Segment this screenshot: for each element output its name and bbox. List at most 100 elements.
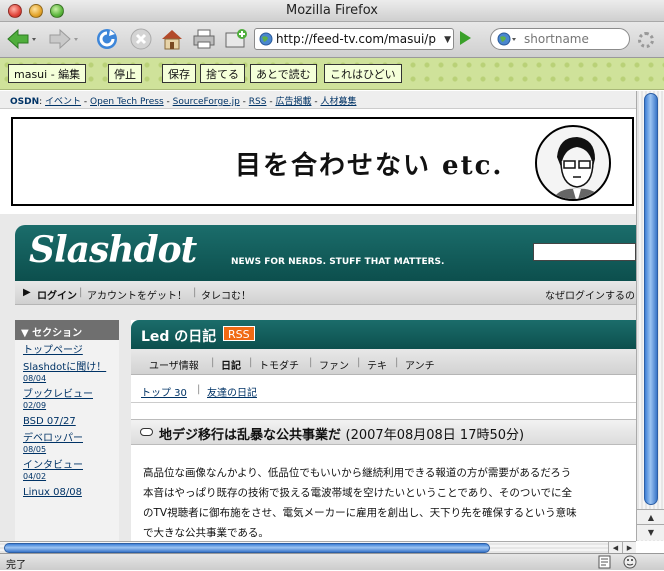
bookmark-save[interactable]: 保存 [162, 64, 196, 83]
article-paragraph-line: 高品位な画像なんかより、低品位でもいいから継続利用できる報道の方が需要があるだろ… [143, 467, 572, 479]
osdn-link-ads[interactable]: 広告掲載 [275, 97, 311, 107]
slashdot-tagline: NEWS FOR NERDS. STUFF THAT MATTERS. [231, 257, 445, 267]
login-arrow-icon: ▶ [23, 287, 31, 298]
osdn-link-event[interactable]: イベント [45, 97, 81, 107]
separator: | [395, 357, 399, 368]
banner-title: 目を合わせない etc. [235, 151, 504, 181]
printer-icon [193, 29, 215, 49]
friends-journal-link[interactable]: 友達の日記 [207, 384, 257, 399]
journal-entry-icon [140, 428, 153, 436]
osdn-link-rss[interactable]: RSS [249, 97, 267, 107]
horizontal-scroll-thumb[interactable] [4, 543, 490, 553]
search-engine-icon[interactable] [497, 32, 517, 46]
search-bar[interactable] [490, 28, 630, 50]
sidebar-item-date[interactable]: 04/02 [23, 472, 119, 482]
sidebar-item-date[interactable]: 08/04 [23, 374, 119, 384]
article-body: 高品位な画像なんかより、低品位でもいいから継続利用できる報道の方が需要があるだろ… [143, 463, 636, 541]
bookmark-masui-edit[interactable]: masui - 編集 [8, 64, 87, 83]
top-30-link[interactable]: トップ 30 [141, 384, 187, 399]
separator: | [309, 357, 313, 368]
sidebar-item-ask-slashdot[interactable]: Slashdotに聞け！ [23, 362, 119, 374]
login-bar: ▶ ログイン | アカウントをゲット！ | タレコむ！ なぜログインするの [15, 281, 636, 305]
globe-icon [259, 32, 273, 46]
login-link[interactable]: ログイン [37, 287, 77, 302]
sidebar-item-date[interactable]: 08/05 [23, 445, 119, 455]
separator: | [211, 357, 215, 368]
scroll-up-arrow-icon[interactable]: ▲ [637, 509, 664, 525]
avatar [535, 125, 611, 201]
stop-icon [130, 28, 152, 50]
url-dropdown-icon[interactable]: ▼ [444, 35, 451, 45]
bookmarks-bar: masui - 編集 停止 保存 捨てる あとで読む これはひどい [0, 58, 664, 90]
smiley-icon[interactable] [622, 555, 638, 569]
osdn-logo[interactable]: OSDN [10, 97, 39, 107]
article-title-bar: 地デジ移行は乱暴な公共事業だ (2007年08月08日 17時50分) [131, 419, 636, 445]
title-bar: Mozilla Firefox [0, 0, 664, 22]
why-login-link[interactable]: なぜログインするの [545, 287, 635, 302]
article-title[interactable]: 地デジ移行は乱暴な公共事業だ (2007年08月08日 17時50分) [159, 424, 524, 443]
article-paragraph-line: のTV視聴者に御布施をさせ、電気メーカーに雇用を創出し、天下り先を確保するという… [143, 507, 577, 519]
scroll-down-arrow-icon[interactable]: ▼ [637, 524, 664, 540]
tab-friends[interactable]: トモダチ [259, 357, 299, 372]
bookmark-read-later[interactable]: あとで読む [250, 64, 317, 83]
create-account-link[interactable]: アカウントをゲット！ [87, 287, 187, 302]
slashdot-search-input[interactable] [533, 243, 636, 261]
home-icon [162, 30, 182, 50]
vertical-scrollbar[interactable]: ▲ ▼ [636, 91, 664, 541]
page-content: OSDN: イベント - Open Tech Press - SourceFor… [0, 91, 636, 541]
tab-anti[interactable]: アンチ [405, 357, 435, 372]
bookmark-stop[interactable]: 停止 [108, 64, 142, 83]
print-button[interactable] [190, 26, 218, 52]
osdn-link-opentechpress[interactable]: Open Tech Press [90, 97, 164, 107]
back-arrow-icon [7, 28, 36, 50]
add-tab-icon [225, 29, 247, 48]
sidebar-item-bsd[interactable]: BSD 07/27 [23, 416, 119, 428]
sidebar-item-developers[interactable]: デベロッパー [23, 433, 119, 445]
bookmark-discard[interactable]: 捨てる [200, 64, 245, 83]
forward-button[interactable] [46, 26, 80, 52]
journal-owner-title: Led の日記 [141, 329, 217, 345]
rss-badge[interactable]: RSS [223, 326, 255, 341]
sections-sidebar: ▼ セクション トップページ Slashdotに聞け！ 08/04 ブックレビュ… [15, 320, 119, 541]
new-tab-button[interactable] [222, 26, 250, 52]
sidebar-item-linux[interactable]: Linux 08/08 [23, 487, 119, 499]
sidebar-item-date[interactable]: 02/09 [23, 401, 119, 411]
tab-user-info[interactable]: ユーザ情報 [149, 357, 199, 372]
bookmark-kore-wa-hidoi[interactable]: これはひどい [324, 64, 402, 83]
face-portrait-icon [552, 137, 602, 199]
reload-button[interactable] [94, 26, 120, 52]
horizontal-scrollbar[interactable]: ◀ ▶ [0, 541, 636, 554]
vertical-scroll-thumb[interactable] [644, 93, 658, 505]
throbber-icon [638, 32, 654, 48]
status-bar: 完了 [0, 553, 664, 571]
journal-subnav: トップ 30 | 友達の日記 [131, 375, 636, 403]
osdn-link-jobs[interactable]: 人材募集 [320, 97, 356, 107]
sidebar-item-interview[interactable]: インタビュー [23, 460, 119, 472]
sidebar-item-top[interactable]: トップページ [23, 345, 119, 357]
page-info-icon[interactable] [598, 555, 612, 569]
osdn-link-sourceforge[interactable]: SourceForge.jp [173, 97, 240, 107]
sidebar-heading[interactable]: ▼ セクション [15, 320, 119, 340]
url-text[interactable]: http://feed-tv.com/masui/p [276, 32, 448, 46]
tab-fans[interactable]: ファン [319, 357, 349, 372]
home-button[interactable] [158, 26, 186, 52]
tarekomi-link[interactable]: タレコむ！ [201, 287, 251, 302]
sidebar-item-book-review[interactable]: ブックレビュー [23, 389, 119, 401]
navigation-toolbar: http://feed-tv.com/masui/p ▼ [0, 22, 664, 58]
url-bar[interactable]: http://feed-tv.com/masui/p ▼ [254, 28, 454, 50]
tab-foes[interactable]: テキ [367, 357, 387, 372]
article-paragraph-line: で大きな公共事業である。 [143, 527, 269, 539]
blog-banner[interactable]: 目を合わせない etc. [11, 117, 634, 206]
journal-tabs: ユーザ情報 | 日記 | トモダチ | ファン | テキ | アンチ [131, 349, 636, 375]
stop-button[interactable] [128, 26, 154, 52]
article-date: (2007年08月08日 17時50分) [345, 428, 525, 443]
forward-arrow-icon [49, 28, 78, 50]
go-button[interactable] [460, 31, 471, 45]
slashdot-logo[interactable]: Slashdot [29, 229, 197, 271]
separator: | [79, 287, 83, 298]
separator: | [357, 357, 361, 368]
back-button[interactable] [4, 26, 38, 52]
tab-journal[interactable]: 日記 [221, 357, 241, 372]
separator: | [193, 287, 197, 298]
search-input[interactable] [522, 31, 618, 47]
